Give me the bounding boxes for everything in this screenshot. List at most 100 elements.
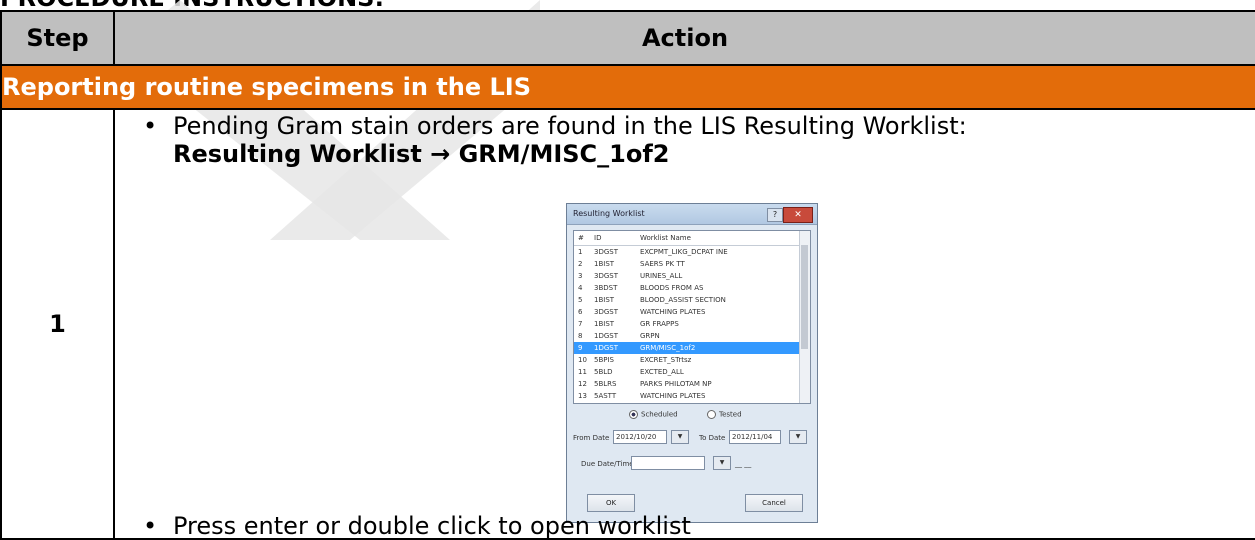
row-id: 3DGST xyxy=(594,308,618,316)
close-button[interactable]: ✕ xyxy=(783,207,813,223)
radio-scheduled-label: Scheduled xyxy=(641,410,678,419)
action-cell: • Pending Gram stain orders are found in… xyxy=(113,108,1255,540)
worklist-path: Resulting Worklist → GRM/MISC_1of2 xyxy=(173,140,670,168)
row-id: 3DGST xyxy=(594,272,618,280)
row-number: 13 xyxy=(578,392,587,400)
radio-tested-label: Tested xyxy=(719,410,742,419)
radio-on-icon xyxy=(629,410,638,419)
list-item[interactable]: 13 5ASTT WATCHING PLATES xyxy=(574,390,810,402)
from-date-field[interactable]: 2012/10/20 xyxy=(613,430,667,444)
worklist-listbox[interactable]: # ID Worklist Name 1 3DGST EXCPMT_LIKG_DCP… xyxy=(573,230,811,404)
step-row-1: 1 • Pending Gram stain orders are found … xyxy=(0,108,1255,540)
ok-button[interactable]: OK xyxy=(587,494,635,512)
row-name: BLOODS FROM AS xyxy=(640,284,704,292)
due-date-dropdown[interactable]: ▼ xyxy=(713,456,731,470)
row-id: 5BLRS xyxy=(594,380,617,388)
list-item[interactable]: 11 5BLD EXCTED_ALL xyxy=(574,366,810,378)
help-button[interactable]: ? xyxy=(767,208,783,222)
row-id: 5BLD xyxy=(594,368,613,376)
row-name: WATCHING PLATES xyxy=(640,392,706,400)
row-number: 11 xyxy=(578,368,587,376)
from-date-label: From Date xyxy=(573,434,610,442)
bullet-item-2: • Press enter or double click to open wo… xyxy=(115,512,1255,540)
list-item[interactable]: 12 5BLRS PARKS PHILOTAM NP xyxy=(574,378,810,390)
bullet-icon: • xyxy=(143,112,158,140)
procedure-table: Step Action Reporting routine specimens … xyxy=(0,10,1255,540)
list-item[interactable]: 4 3BDST BLOODS FROM AS xyxy=(574,282,810,294)
step-header: Step xyxy=(0,10,115,66)
row-number: 7 xyxy=(578,320,583,328)
from-date-dropdown[interactable]: ▼ xyxy=(671,430,689,444)
row-name: EXCTED_ALL xyxy=(640,368,684,376)
filter-radio-group: Scheduled Tested xyxy=(567,410,817,424)
scrollbar-thumb[interactable] xyxy=(801,245,808,349)
row-name: SAERS PK TT xyxy=(640,260,685,268)
due-date-label: Due Date/Time xyxy=(581,460,634,468)
row-number: 2 xyxy=(578,260,583,268)
list-item[interactable]: 1 3DGST EXCPMT_LIKG_DCPAT INE xyxy=(574,246,810,258)
page-heading: PROCEDURE INSTRUCTIONS: xyxy=(0,0,384,8)
section-row: Reporting routine specimens in the LIS xyxy=(0,64,1255,110)
row-name: BLOOD_ASSIST SECTION xyxy=(640,296,726,304)
list-item[interactable]: 10 5BPIS EXCRET_STrtsz xyxy=(574,354,810,366)
col-id-header[interactable]: ID xyxy=(594,234,601,242)
due-time-placeholder: __ __ xyxy=(735,460,752,468)
bullet-icon: • xyxy=(143,512,158,540)
to-date-field[interactable]: 2012/11/04 xyxy=(729,430,781,444)
row-id: 1DGST xyxy=(594,344,618,352)
radio-off-icon xyxy=(707,410,716,419)
to-date-label: To Date xyxy=(699,434,726,442)
row-name: WATCHING PLATES xyxy=(640,308,706,316)
step-number: 1 xyxy=(0,108,115,540)
bullet-text-2: Press enter or double click to open work… xyxy=(173,512,691,540)
action-header: Action xyxy=(113,10,1255,66)
row-name: GR FRAPPS xyxy=(640,320,679,328)
list-item[interactable]: 5 1BIST BLOOD_ASSIST SECTION xyxy=(574,294,810,306)
row-id: 3DGST xyxy=(594,248,618,256)
row-number: 10 xyxy=(578,356,587,364)
row-number: 8 xyxy=(578,332,583,340)
row-number: 6 xyxy=(578,308,583,316)
bullet-item-1: • Pending Gram stain orders are found in… xyxy=(115,112,1255,168)
list-item[interactable]: 3 3DGST URINES_ALL xyxy=(574,270,810,282)
row-number: 9 xyxy=(578,344,583,352)
radio-tested[interactable]: Tested xyxy=(707,410,742,419)
list-item[interactable]: 7 1BIST GR FRAPPS xyxy=(574,318,810,330)
row-id: 1BIST xyxy=(594,320,615,328)
dialog-titlebar: Resulting Worklist ? ✕ xyxy=(567,204,817,225)
bullet-text-1: Pending Gram stain orders are found in t… xyxy=(173,112,967,140)
row-number: 3 xyxy=(578,272,583,280)
list-scrollbar[interactable] xyxy=(799,231,810,403)
table-header-row: Step Action xyxy=(0,10,1255,66)
list-item[interactable]: 2 1BIST SAERS PK TT xyxy=(574,258,810,270)
col-name-header[interactable]: Worklist Name xyxy=(640,234,691,242)
row-number: 12 xyxy=(578,380,587,388)
row-name: URINES_ALL xyxy=(640,272,683,280)
row-name: EXCPMT_LIKG_DCPAT INE xyxy=(640,248,728,256)
row-name: GRM/MISC_1of2 xyxy=(640,344,696,352)
to-date-dropdown[interactable]: ▼ xyxy=(789,430,807,444)
list-item[interactable]: 8 1DGST GRPN xyxy=(574,330,810,342)
due-date-row: Due Date/Time ▼ __ __ xyxy=(567,456,817,472)
row-id: 5ASTT xyxy=(594,392,617,400)
row-name: PARKS PHILOTAM NP xyxy=(640,380,712,388)
row-number: 5 xyxy=(578,296,583,304)
col-number-header[interactable]: # xyxy=(578,234,584,242)
row-name: EXCRET_STrtsz xyxy=(640,356,692,364)
due-date-field[interactable] xyxy=(631,456,705,470)
row-id: 1BIST xyxy=(594,260,615,268)
row-name: GRPN xyxy=(640,332,660,340)
date-range-row: From Date 2012/10/20 ▼ To Date 2012/11/0… xyxy=(567,430,817,446)
list-header: # ID Worklist Name xyxy=(574,231,810,246)
row-number: 1 xyxy=(578,248,583,256)
row-id: 1BIST xyxy=(594,296,615,304)
row-number: 4 xyxy=(578,284,583,292)
row-id: 1DGST xyxy=(594,332,618,340)
list-item[interactable]: 6 3DGST WATCHING PLATES xyxy=(574,306,810,318)
list-item[interactable]: 9 1DGST GRM/MISC_1of2 xyxy=(574,342,810,354)
cancel-button[interactable]: Cancel xyxy=(745,494,803,512)
resulting-worklist-dialog: Resulting Worklist ? ✕ # ID Worklist Nam… xyxy=(566,203,818,523)
dialog-title: Resulting Worklist xyxy=(573,209,645,218)
radio-scheduled[interactable]: Scheduled xyxy=(629,410,678,419)
section-title: Reporting routine specimens in the LIS xyxy=(0,64,1255,110)
